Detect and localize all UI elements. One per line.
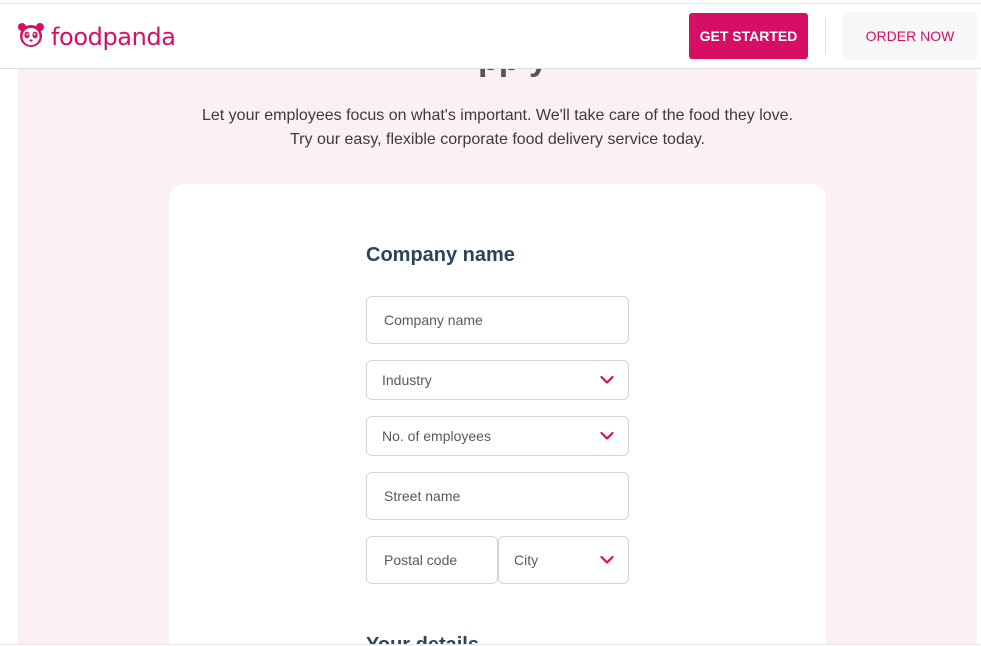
order-now-button[interactable]: ORDER NOW — [843, 12, 977, 60]
company-name-placeholder: Company name — [384, 312, 483, 328]
company-name-input[interactable]: Company name — [366, 296, 629, 344]
intro-line-2: Try our easy, flexible corporate food de… — [290, 131, 705, 148]
street-name-placeholder: Street name — [384, 488, 461, 504]
chevron-down-icon — [600, 431, 614, 440]
employees-select[interactable]: No. of employees — [366, 416, 629, 456]
intro-line-1: Let your employees focus on what's impor… — [201, 107, 793, 124]
get-started-button[interactable]: GET STARTED — [689, 13, 808, 59]
chevron-down-icon — [600, 555, 614, 564]
postal-code-input[interactable]: Postal code — [366, 536, 498, 584]
site-header: foodpanda GET STARTED ORDER NOW — [0, 4, 981, 69]
city-select-label: City — [514, 552, 539, 568]
intro-text: Let your employees focus on what's impor… — [18, 104, 977, 152]
chevron-down-icon — [600, 375, 614, 384]
header-divider — [825, 18, 826, 54]
city-select[interactable]: City — [498, 536, 629, 584]
industry-select[interactable]: Industry — [366, 360, 629, 400]
company-section-title: Company name — [366, 244, 515, 266]
brand-name: foodpanda — [51, 23, 176, 51]
panda-logo-icon — [17, 21, 45, 54]
postal-code-placeholder: Postal code — [384, 552, 458, 568]
employees-select-label: No. of employees — [382, 428, 491, 444]
brand-logo[interactable]: foodpanda — [17, 22, 176, 52]
street-name-input[interactable]: Street name — [366, 472, 629, 520]
industry-select-label: Industry — [382, 372, 432, 388]
